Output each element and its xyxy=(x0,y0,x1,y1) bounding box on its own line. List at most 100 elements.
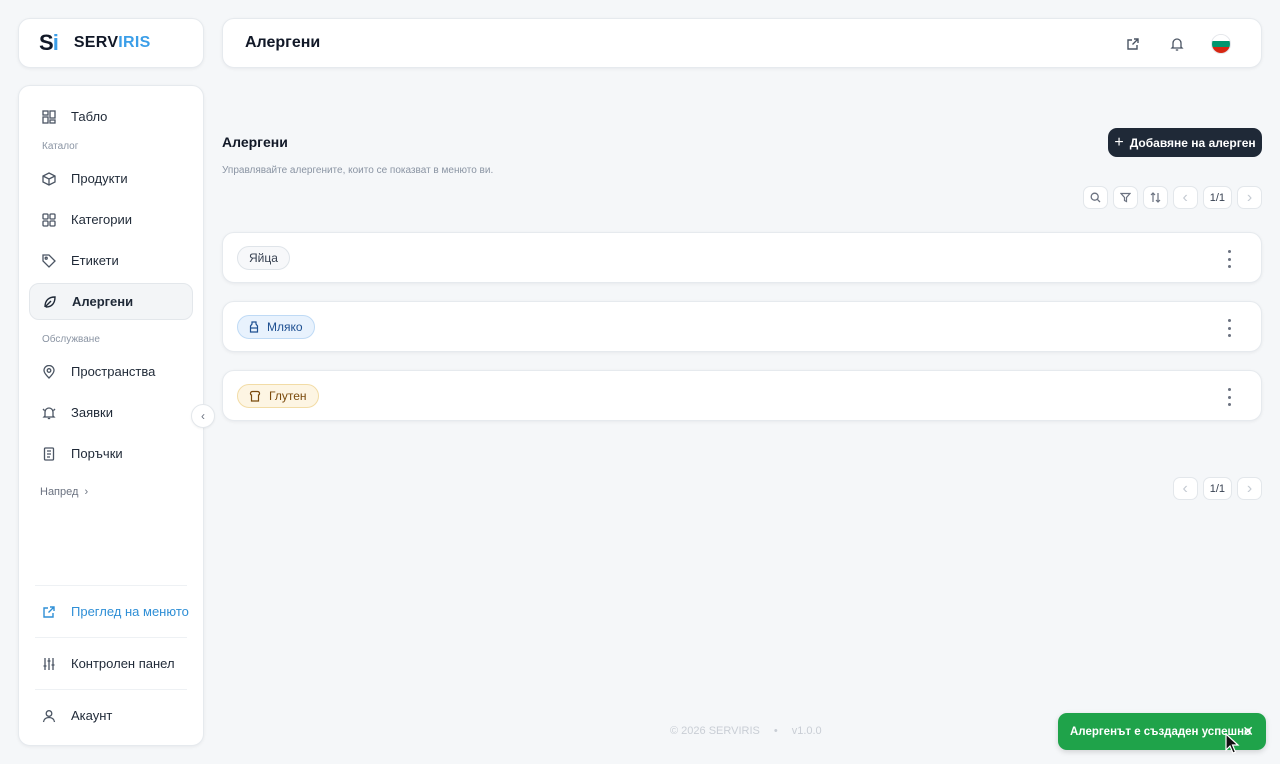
sidebar-item-label: Пространства xyxy=(71,364,156,379)
location-pin-icon xyxy=(41,364,57,380)
sidebar-section-catalog: Каталог xyxy=(42,141,79,152)
language-switcher[interactable] xyxy=(1209,32,1233,56)
allergen-row[interactable]: Мляко xyxy=(222,301,1262,352)
bell-ring-icon xyxy=(41,405,57,421)
chevron-left-icon: ‹ xyxy=(1182,479,1188,497)
page-indicator: 1/1 xyxy=(1202,186,1232,209)
bulgaria-flag-icon xyxy=(1211,34,1231,54)
sidebar-item-label: Категории xyxy=(71,212,132,227)
sidebar-more-link[interactable]: Напред › xyxy=(29,486,193,498)
sidebar-item-label: Поръчки xyxy=(71,446,123,461)
plus-icon: + xyxy=(1114,133,1124,151)
chevron-right-icon: › xyxy=(1246,479,1253,497)
footer-copyright: © 2026 SERVIRIS xyxy=(670,725,760,737)
sidebar-item-tags[interactable]: Етикети xyxy=(29,242,193,279)
search-icon xyxy=(1090,192,1101,203)
bell-icon xyxy=(1170,37,1184,51)
sliders-icon xyxy=(41,656,57,672)
allergen-label: Глутен xyxy=(269,388,307,403)
more-options-icon[interactable] xyxy=(1223,388,1235,406)
sidebar-item-label: Табло xyxy=(71,109,108,124)
chevron-right-icon: › xyxy=(84,486,89,498)
mouse-cursor-icon xyxy=(1225,733,1240,754)
logo-mark-i: i xyxy=(52,30,59,55)
prev-page-button[interactable]: ‹ xyxy=(1172,186,1198,209)
add-allergen-button[interactable]: + Добавяне на алерген xyxy=(1108,128,1262,157)
add-allergen-label: Добавяне на алерген xyxy=(1129,135,1256,150)
allergen-row[interactable]: Глутен xyxy=(222,370,1262,421)
logo[interactable]: Si SERVIRIS xyxy=(18,18,204,68)
logo-mark-s: S xyxy=(39,30,54,55)
control-panel-link[interactable]: Контролен панел xyxy=(29,638,193,689)
bread-icon xyxy=(249,390,261,402)
brand-name-part-b: IRIS xyxy=(118,34,151,51)
allergen-row[interactable]: Яйца xyxy=(222,232,1262,283)
sidebar-item-label: Етикети xyxy=(71,253,119,268)
footer: © 2026 SERVIRIS • v1.0.0 xyxy=(670,725,822,737)
allergen-label: Мляко xyxy=(267,319,303,334)
search-button[interactable] xyxy=(1082,186,1108,209)
account-link[interactable]: Акаунт xyxy=(29,690,193,741)
receipt-icon xyxy=(41,446,57,462)
sort-button[interactable] xyxy=(1142,186,1168,209)
brand-name: SERVIRIS xyxy=(74,34,151,52)
user-icon xyxy=(41,708,57,724)
top-header: Алергени xyxy=(222,18,1262,68)
bottom-pagination: ‹ 1/1 › xyxy=(1168,477,1262,500)
box-icon xyxy=(41,171,57,187)
sidebar-collapse-button[interactable]: ‹ xyxy=(191,404,215,428)
allergen-chip: Глутен xyxy=(237,383,319,408)
next-page-button[interactable]: › xyxy=(1237,186,1262,209)
leaf-icon xyxy=(42,294,58,310)
allergen-chip: Мляко xyxy=(237,314,315,339)
sidebar-item-products[interactable]: Продукти xyxy=(29,160,193,197)
sidebar-item-label: Заявки xyxy=(71,405,113,420)
more-options-icon[interactable] xyxy=(1223,250,1235,268)
account-label: Акаунт xyxy=(71,708,113,723)
next-page-button[interactable]: › xyxy=(1237,477,1262,500)
more-options-icon[interactable] xyxy=(1223,319,1235,337)
sidebar-item-allergens[interactable]: Алергени xyxy=(29,283,193,320)
notifications-button[interactable] xyxy=(1165,32,1189,56)
sidebar-bottom: Преглед на менюто Контролен панел Акаунт xyxy=(19,585,203,745)
filter-icon xyxy=(1119,192,1131,203)
preview-menu-link[interactable]: Преглед на менюто xyxy=(29,586,193,637)
sort-icon xyxy=(1150,192,1161,203)
toast-message: Алергенът е създаден успешно xyxy=(1070,725,1252,738)
footer-version: v1.0.0 xyxy=(791,725,822,737)
sidebar-more-label: Напред xyxy=(40,486,79,498)
close-icon[interactable]: ✕ xyxy=(1242,723,1254,740)
open-external-button[interactable] xyxy=(1121,32,1145,56)
page-indicator: 1/1 xyxy=(1202,477,1232,500)
header-title: Алергени xyxy=(245,34,321,51)
chevron-left-icon: ‹ xyxy=(201,409,205,423)
prev-page-button[interactable]: ‹ xyxy=(1172,477,1198,500)
page-subtitle: Управлявайте алергените, които се показв… xyxy=(222,165,494,176)
allergen-chip: Яйца xyxy=(237,245,290,270)
preview-menu-label: Преглед на менюто xyxy=(71,604,189,619)
sidebar-item-spaces[interactable]: Пространства xyxy=(29,353,193,390)
filter-button[interactable] xyxy=(1112,186,1138,209)
sidebar-item-categories[interactable]: Категории xyxy=(29,201,193,238)
list-toolbar: ‹ 1/1 › xyxy=(1078,186,1262,209)
header-actions xyxy=(1101,32,1233,56)
logo-mark: Si xyxy=(39,30,59,56)
sidebar-item-label: Продукти xyxy=(71,171,128,186)
external-link-icon xyxy=(41,604,57,620)
tag-icon xyxy=(41,253,57,269)
sidebar-item-orders[interactable]: Поръчки xyxy=(29,435,193,472)
milk-bottle-icon xyxy=(249,320,259,333)
sidebar-section-service: Обслужване xyxy=(42,334,100,345)
grid-icon xyxy=(41,212,57,228)
dashboard-icon xyxy=(41,109,57,125)
allergen-label: Яйца xyxy=(249,250,278,265)
external-link-icon xyxy=(1127,38,1139,50)
sidebar-item-dashboard[interactable]: Табло xyxy=(29,98,193,135)
chevron-right-icon: › xyxy=(1246,188,1253,206)
sidebar-item-requests[interactable]: Заявки xyxy=(29,394,193,431)
chevron-left-icon: ‹ xyxy=(1182,188,1188,206)
sidebar-item-label: Алергени xyxy=(72,294,134,309)
page-title: Алергени xyxy=(222,134,288,150)
sidebar: Табло Каталог Продукти Категории Етикети… xyxy=(18,85,204,746)
brand-name-part-a: SERV xyxy=(73,34,119,51)
